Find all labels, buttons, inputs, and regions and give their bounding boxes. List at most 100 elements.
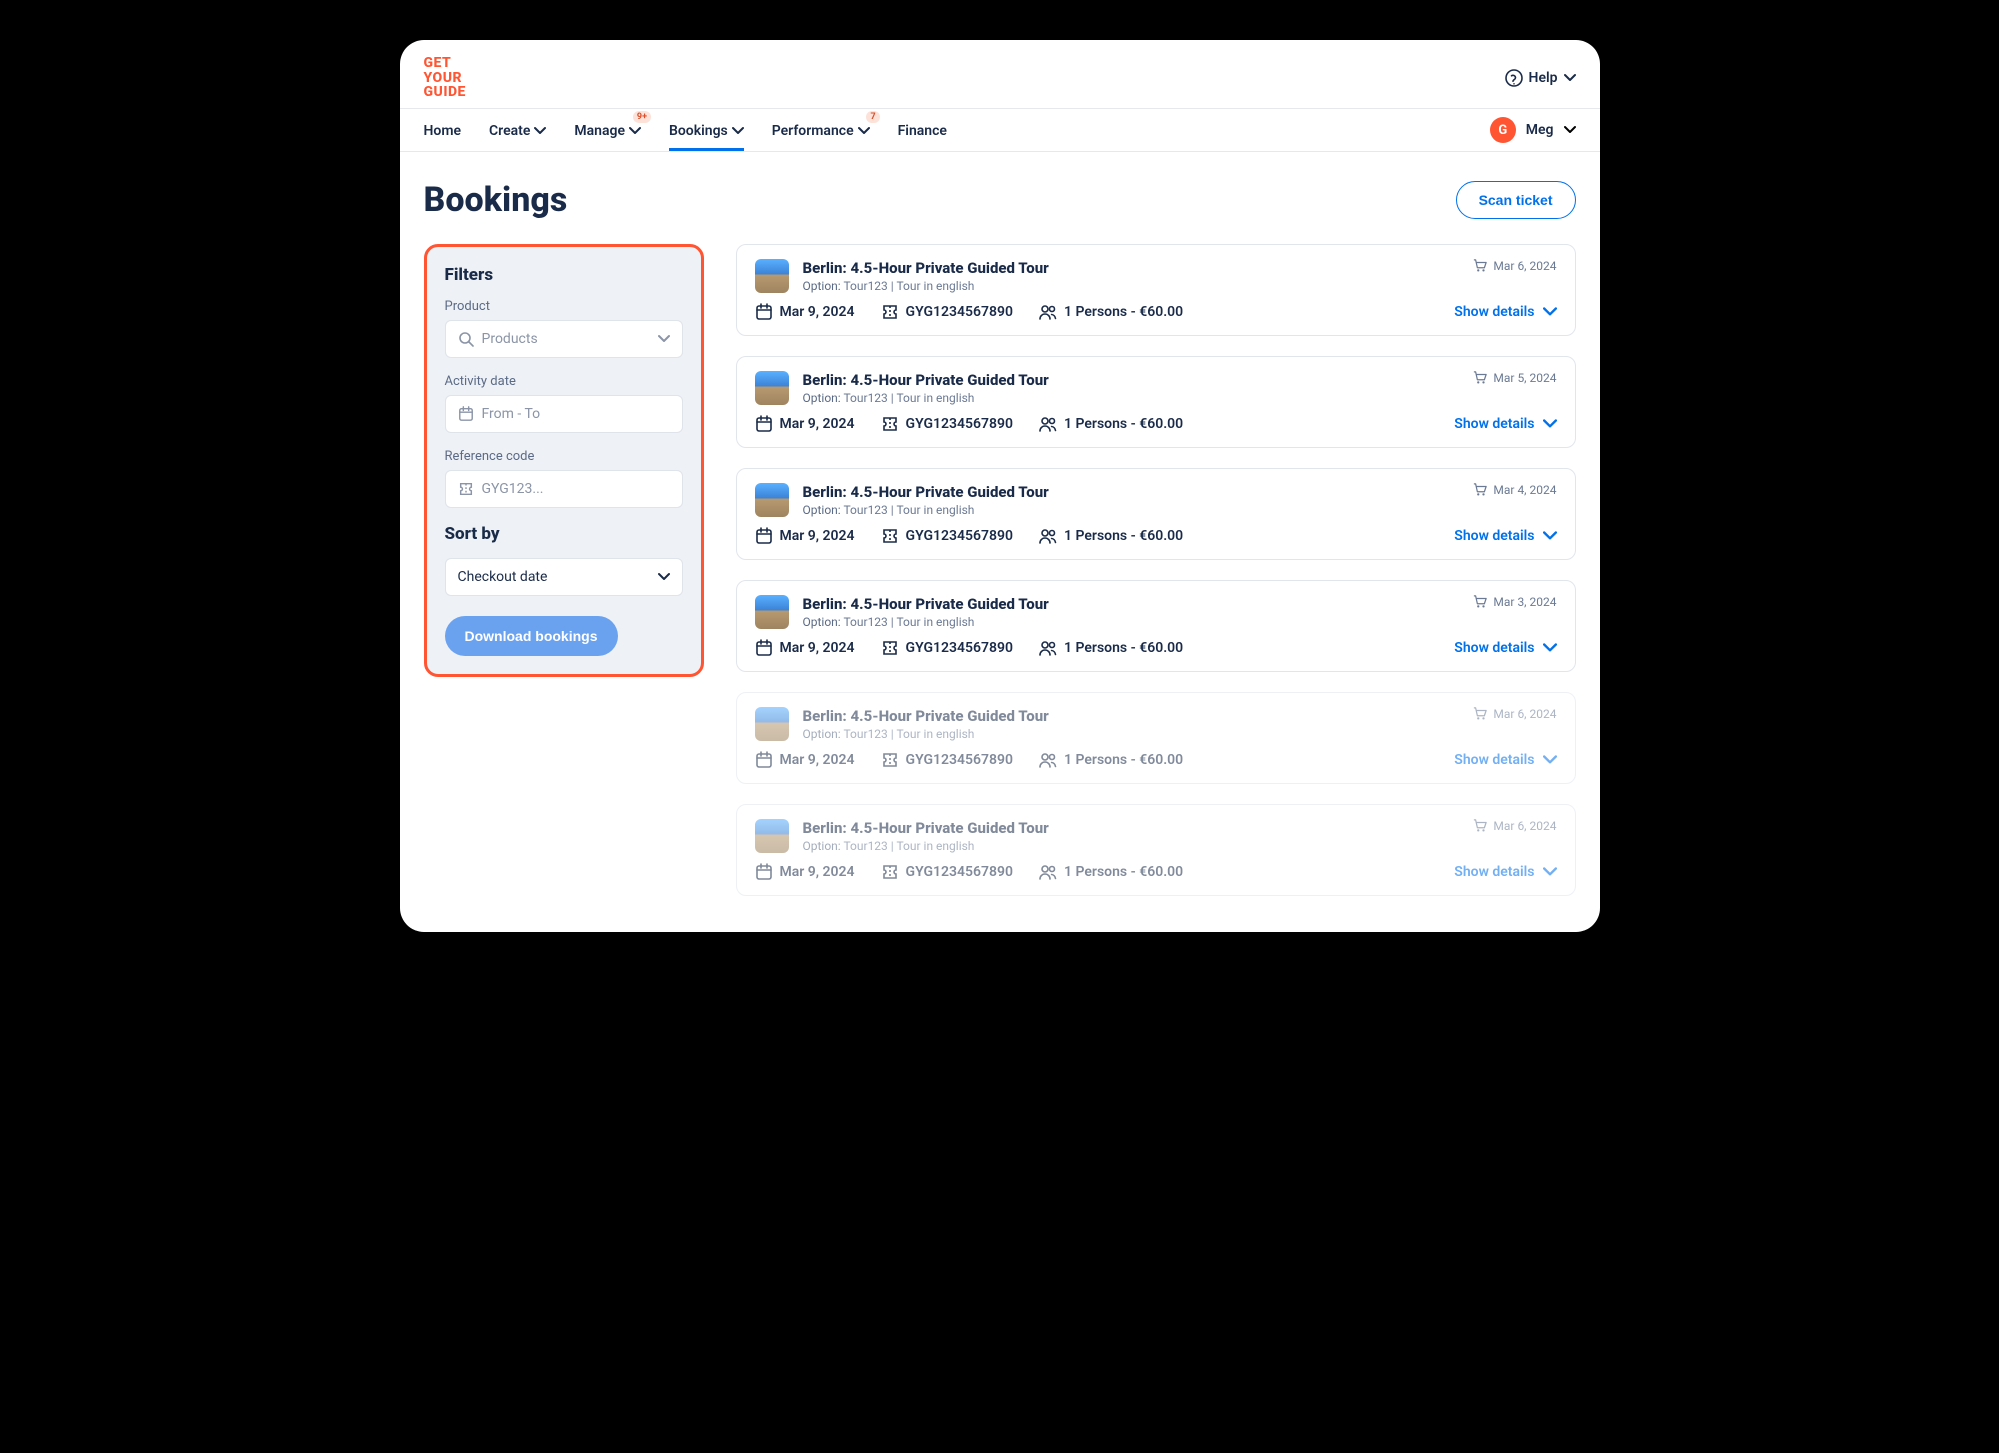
download-bookings-button[interactable]: Download bookings: [445, 616, 618, 656]
booking-card: Berlin: 4.5-Hour Private Guided Tour Opt…: [736, 580, 1576, 672]
booking-subtitle: Option: Tour123 | Tour in english: [803, 727, 1557, 741]
checkout-date-text: Mar 6, 2024: [1493, 259, 1556, 273]
show-details-link[interactable]: Show details: [1454, 640, 1556, 656]
app-window: GET YOUR GUIDE Help HomeCreateManage9+Bo…: [400, 40, 1600, 932]
search-icon: [458, 331, 474, 347]
booking-subtitle: Option: Tour123 | Tour in english: [803, 839, 1557, 853]
calendar-icon: [458, 406, 474, 422]
help-menu[interactable]: Help: [1505, 69, 1576, 87]
show-details-link[interactable]: Show details: [1454, 864, 1556, 880]
booking-head-text: Berlin: 4.5-Hour Private Guided Tour Opt…: [803, 371, 1557, 405]
users-icon: [1039, 639, 1057, 657]
activity-date-input[interactable]: From - To: [445, 395, 683, 433]
checkout-date-text: Mar 6, 2024: [1493, 707, 1556, 721]
booking-card-header: Berlin: 4.5-Hour Private Guided Tour Opt…: [755, 483, 1557, 517]
nav-item-create[interactable]: Create: [489, 109, 546, 151]
brand-line3: GUIDE: [424, 85, 466, 100]
nav-item-bookings[interactable]: Bookings: [669, 109, 744, 151]
booking-meta-row: Mar 9, 2024 GYG1234567890 1 Persons - €6…: [755, 303, 1557, 321]
booking-subtitle: Option: Tour123 | Tour in english: [803, 279, 1557, 293]
product-select[interactable]: Products: [445, 320, 683, 358]
booking-head-text: Berlin: 4.5-Hour Private Guided Tour Opt…: [803, 707, 1557, 741]
filters-panel: Filters Product Products Activity date F…: [424, 244, 704, 677]
booking-title: Berlin: 4.5-Hour Private Guided Tour: [803, 707, 1557, 725]
bookings-list: Berlin: 4.5-Hour Private Guided Tour Opt…: [736, 244, 1576, 896]
chevron-down-icon: [732, 125, 744, 137]
activity-date-placeholder: From - To: [482, 406, 541, 422]
booking-date: Mar 9, 2024: [755, 751, 855, 769]
chevron-down-icon: [629, 125, 641, 137]
booking-reference: GYG1234567890: [881, 527, 1013, 545]
users-icon: [1039, 303, 1057, 321]
nav-item-home[interactable]: Home: [424, 109, 462, 151]
ticket-icon: [881, 527, 899, 545]
booking-head-text: Berlin: 4.5-Hour Private Guided Tour Opt…: [803, 595, 1557, 629]
show-details-link[interactable]: Show details: [1454, 752, 1556, 768]
calendar-icon: [755, 863, 773, 881]
booking-title: Berlin: 4.5-Hour Private Guided Tour: [803, 595, 1557, 613]
show-details-link[interactable]: Show details: [1454, 528, 1556, 544]
users-icon: [1039, 863, 1057, 881]
cart-icon: [1473, 483, 1487, 497]
booking-head-text: Berlin: 4.5-Hour Private Guided Tour Opt…: [803, 819, 1557, 853]
ticket-icon: [881, 303, 899, 321]
show-details-label: Show details: [1454, 304, 1534, 320]
booking-thumbnail: [755, 483, 789, 517]
brand-logo[interactable]: GET YOUR GUIDE: [424, 56, 466, 100]
booking-card: Berlin: 4.5-Hour Private Guided Tour Opt…: [736, 692, 1576, 784]
booking-title: Berlin: 4.5-Hour Private Guided Tour: [803, 819, 1557, 837]
booking-date: Mar 9, 2024: [755, 863, 855, 881]
booking-pax: 1 Persons - €60.00: [1039, 415, 1183, 433]
booking-thumbnail: [755, 707, 789, 741]
booking-checkout-date: Mar 3, 2024: [1473, 595, 1556, 609]
show-details-link[interactable]: Show details: [1454, 416, 1556, 432]
nav-item-label: Bookings: [669, 123, 728, 139]
ticket-icon: [458, 481, 474, 497]
cart-icon: [1473, 595, 1487, 609]
brand-line2: YOUR: [424, 71, 466, 86]
page-header: Bookings Scan ticket: [424, 180, 1576, 220]
calendar-icon: [755, 751, 773, 769]
booking-card: Berlin: 4.5-Hour Private Guided Tour Opt…: [736, 244, 1576, 336]
booking-thumbnail: [755, 259, 789, 293]
booking-checkout-date: Mar 6, 2024: [1473, 819, 1556, 833]
navbar: HomeCreateManage9+BookingsPerformance7Fi…: [400, 108, 1600, 152]
booking-date-text: Mar 9, 2024: [780, 416, 855, 432]
booking-date-text: Mar 9, 2024: [780, 864, 855, 880]
booking-pax: 1 Persons - €60.00: [1039, 527, 1183, 545]
content: Bookings Scan ticket Filters Product Pro…: [400, 152, 1600, 932]
booking-pax-text: 1 Persons - €60.00: [1064, 304, 1183, 320]
booking-reference: GYG1234567890: [881, 415, 1013, 433]
sort-by-select[interactable]: Checkout date: [445, 558, 683, 596]
booking-pax-text: 1 Persons - €60.00: [1064, 752, 1183, 768]
chevron-down-icon: [534, 125, 546, 137]
scan-ticket-button[interactable]: Scan ticket: [1456, 181, 1576, 219]
nav-item-performance[interactable]: Performance7: [772, 109, 870, 151]
user-menu[interactable]: G Meg: [1490, 117, 1576, 143]
booking-date: Mar 9, 2024: [755, 639, 855, 657]
nav-item-manage[interactable]: Manage9+: [574, 109, 641, 151]
booking-pax: 1 Persons - €60.00: [1039, 303, 1183, 321]
show-details-label: Show details: [1454, 864, 1534, 880]
ticket-icon: [881, 639, 899, 657]
booking-meta-row: Mar 9, 2024 GYG1234567890 1 Persons - €6…: [755, 527, 1557, 545]
brand-line1: GET: [424, 56, 466, 71]
booking-reference: GYG1234567890: [881, 639, 1013, 657]
booking-card-header: Berlin: 4.5-Hour Private Guided Tour Opt…: [755, 259, 1557, 293]
booking-thumbnail: [755, 595, 789, 629]
sort-by-value: Checkout date: [458, 569, 548, 585]
booking-subtitle: Option: Tour123 | Tour in english: [803, 503, 1557, 517]
nav-badge: 9+: [633, 111, 651, 123]
booking-card-header: Berlin: 4.5-Hour Private Guided Tour Opt…: [755, 371, 1557, 405]
nav-item-label: Manage: [574, 123, 625, 139]
nav-item-finance[interactable]: Finance: [898, 109, 947, 151]
product-placeholder: Products: [482, 331, 538, 347]
reference-code-placeholder: GYG123...: [482, 481, 544, 497]
activity-date-label: Activity date: [445, 374, 683, 389]
reference-code-input[interactable]: GYG123...: [445, 470, 683, 508]
booking-reference-text: GYG1234567890: [906, 304, 1013, 320]
show-details-label: Show details: [1454, 416, 1534, 432]
booking-checkout-date: Mar 4, 2024: [1473, 483, 1556, 497]
chevron-down-icon: [1543, 865, 1557, 879]
show-details-link[interactable]: Show details: [1454, 304, 1556, 320]
